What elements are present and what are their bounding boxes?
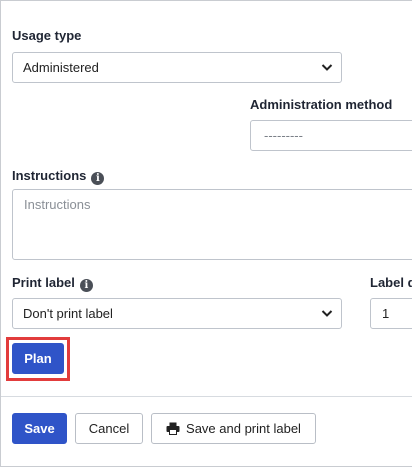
instructions-placeholder: Instructions bbox=[24, 197, 91, 212]
info-icon[interactable]: i bbox=[91, 172, 105, 185]
print-label-select[interactable]: Don't print label bbox=[12, 298, 342, 329]
label-quantity-label: Label q bbox=[370, 275, 412, 290]
label-quantity-input[interactable]: 1 bbox=[370, 298, 412, 329]
label-quantity-value: 1 bbox=[382, 306, 390, 321]
administration-method-input[interactable]: --------- bbox=[250, 120, 412, 151]
usage-type-value: Administered bbox=[23, 60, 99, 75]
usage-type-select[interactable]: Administered bbox=[12, 52, 342, 83]
print-label-value: Don't print label bbox=[23, 306, 113, 321]
form-panel: Usage type Administered Administration m… bbox=[0, 0, 412, 467]
instructions-label-row: Instructions i bbox=[12, 168, 105, 185]
cancel-button[interactable]: Cancel bbox=[75, 413, 143, 444]
administration-method-value: --------- bbox=[264, 128, 303, 143]
save-and-print-button[interactable]: Save and print label bbox=[151, 413, 316, 444]
chevron-down-icon bbox=[321, 310, 333, 317]
instructions-label: Instructions bbox=[12, 168, 87, 183]
footer-divider bbox=[1, 396, 412, 397]
usage-type-label: Usage type bbox=[12, 28, 82, 43]
print-label-label: Print label bbox=[12, 275, 75, 290]
save-and-print-label: Save and print label bbox=[186, 421, 301, 436]
administration-method-label: Administration method bbox=[250, 97, 393, 112]
print-label-label-row: Print label i bbox=[12, 275, 93, 292]
save-button[interactable]: Save bbox=[12, 413, 67, 444]
plan-button[interactable]: Plan bbox=[12, 343, 64, 374]
instructions-textarea[interactable]: Instructions bbox=[12, 189, 412, 260]
printer-icon bbox=[166, 422, 180, 435]
chevron-down-icon bbox=[321, 64, 333, 71]
info-icon[interactable]: i bbox=[79, 279, 93, 292]
